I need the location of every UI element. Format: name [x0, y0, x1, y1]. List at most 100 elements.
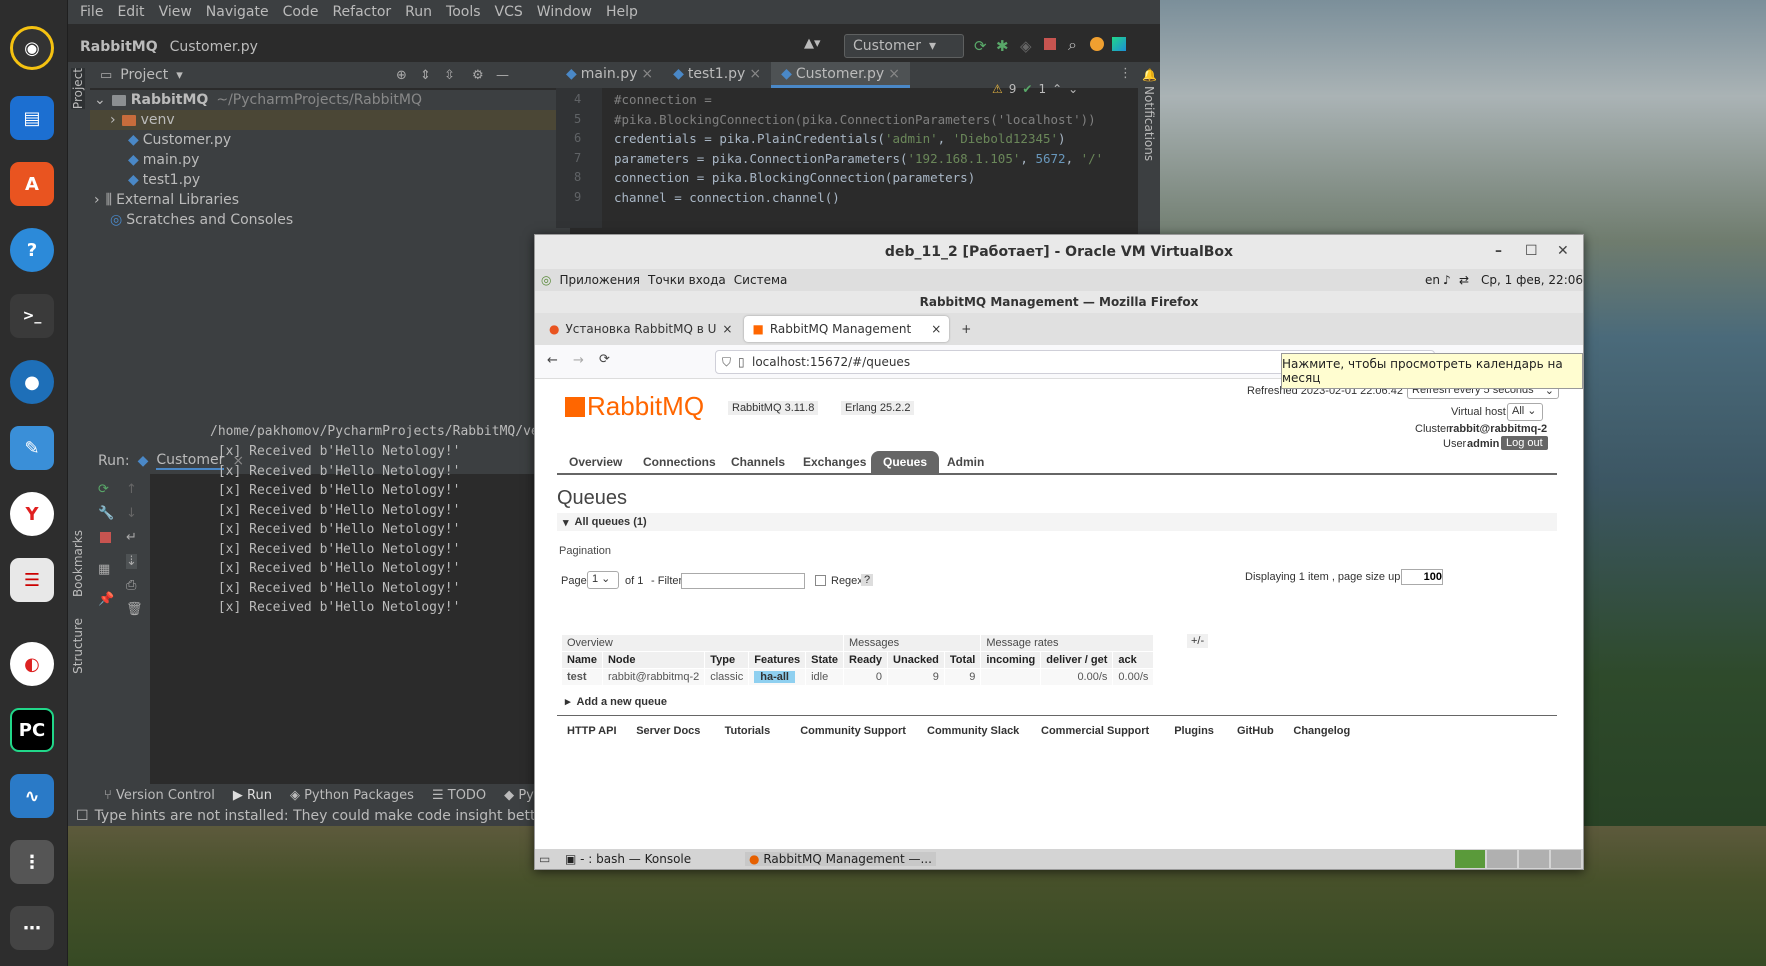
tree-file[interactable]: ◆ test1.py: [128, 170, 200, 190]
regex-help-button[interactable]: ?: [861, 574, 874, 586]
tab-rabbitmq-management[interactable]: ■ RabbitMQ Management ×: [744, 316, 950, 342]
print-icon[interactable]: ⎙: [126, 578, 136, 593]
page-info-icon[interactable]: ▯: [738, 355, 745, 369]
columns-toggle-button[interactable]: +/-: [1187, 634, 1209, 648]
soft-wrap-icon[interactable]: ↵: [126, 530, 137, 545]
logout-button[interactable]: Log out: [1501, 436, 1548, 450]
workspace-4[interactable]: [1551, 850, 1581, 868]
column-header[interactable]: incoming: [980, 651, 1042, 669]
maximize-icon[interactable]: ☐: [1525, 243, 1538, 259]
pin-icon[interactable]: 📌: [98, 592, 114, 607]
column-header[interactable]: State: [805, 651, 845, 669]
footer-link[interactable]: Changelog: [1293, 725, 1350, 737]
run-config-select[interactable]: Customer ▾: [844, 34, 964, 58]
writer-icon[interactable]: ▤: [10, 96, 54, 140]
clock[interactable]: Ср, 1 фев, 22:06: [1481, 273, 1583, 287]
column-header[interactable]: deliver / get: [1040, 651, 1114, 669]
bookmarks-tool-tab[interactable]: Bookmarks: [71, 530, 85, 597]
rabbitmq-logo[interactable]: RabbitMQ: [565, 391, 704, 422]
konsole-task[interactable]: ▣ - : bash — Konsole: [565, 852, 691, 866]
reload-icon[interactable]: ⟳: [599, 352, 610, 367]
menu-refactor[interactable]: Refactor: [326, 4, 397, 20]
tab-install-rabbitmq[interactable]: ● Установка RabbitMQ в U ×: [541, 316, 740, 342]
nav-queues[interactable]: Queues: [871, 451, 940, 473]
anydesk-icon[interactable]: ◐: [10, 642, 54, 686]
server-icon[interactable]: ⋮: [10, 840, 54, 884]
system-monitor-icon[interactable]: ∿: [10, 774, 54, 818]
nav-exchanges[interactable]: Exchanges: [791, 451, 878, 473]
forward-icon[interactable]: →: [573, 353, 584, 368]
network-icon[interactable]: ⇄: [1459, 273, 1469, 287]
arrow-down-icon[interactable]: ↓: [126, 506, 137, 521]
project-tool-tab[interactable]: Project: [71, 68, 85, 110]
volume-icon[interactable]: ♪: [1443, 273, 1451, 287]
nav-channels[interactable]: Channels: [719, 451, 797, 473]
stop-icon[interactable]: [100, 532, 111, 543]
tab-todo[interactable]: ☰ TODO: [432, 788, 486, 803]
tree-file[interactable]: ◆ Customer.py: [128, 130, 231, 150]
footer-link[interactable]: Server Docs: [636, 725, 700, 737]
menu-file[interactable]: File: [74, 4, 109, 20]
column-header[interactable]: Name: [561, 651, 603, 669]
column-header[interactable]: Total: [943, 651, 982, 669]
show-apps-icon[interactable]: ⋯: [10, 906, 54, 950]
arrow-up-icon[interactable]: ↑: [126, 482, 137, 497]
minimize-icon[interactable]: –: [1495, 243, 1502, 259]
close-icon[interactable]: ×: [931, 322, 941, 336]
page-select[interactable]: 1 ⌄: [587, 571, 619, 589]
page-size-input[interactable]: [1401, 569, 1443, 585]
inspection-widget[interactable]: ⚠ 9 ✔ 1 ⌃ ⌄: [992, 82, 1078, 96]
column-header[interactable]: Features: [748, 651, 807, 669]
tree-external-libraries[interactable]: › ⫼ External Libraries: [94, 190, 239, 210]
collapse-all-icon[interactable]: ⇳: [444, 68, 455, 83]
footer-link[interactable]: Tutorials: [725, 725, 771, 737]
stop-icon[interactable]: [1044, 38, 1056, 50]
workspace-1[interactable]: [1455, 850, 1485, 868]
menu-system[interactable]: Система: [734, 273, 788, 287]
software-center-icon[interactable]: A: [10, 162, 54, 206]
nav-admin[interactable]: Admin: [935, 451, 996, 473]
add-queue-section[interactable]: ▸ Add a new queue: [565, 695, 667, 708]
rerun-icon[interactable]: ⟳: [98, 482, 109, 497]
document-viewer-icon[interactable]: ☰: [10, 558, 54, 602]
table-row[interactable]: test rabbit@rabbitmq-2 classic ha-all idle 0 9…: [561, 668, 1155, 686]
notifications-tool-tab[interactable]: Notifications: [1142, 86, 1156, 161]
vhost-select[interactable]: All ⌄: [1507, 403, 1543, 421]
tree-file[interactable]: ◆ main.py: [128, 150, 199, 170]
bell-icon[interactable]: 🔔: [1142, 68, 1157, 82]
menu-applications[interactable]: Приложения: [559, 273, 640, 287]
trash-icon[interactable]: 🗑: [126, 602, 143, 617]
column-header[interactable]: Unacked: [887, 651, 945, 669]
breadcrumb-project[interactable]: RabbitMQ: [68, 39, 158, 55]
expand-all-icon[interactable]: ⇕: [420, 68, 431, 83]
tab-customer[interactable]: ◆ Customer.py ×: [771, 62, 910, 88]
debug-icon[interactable]: ✱: [996, 37, 1009, 55]
tab-main[interactable]: ◆ main.py ×: [556, 62, 663, 88]
nav-connections[interactable]: Connections: [631, 451, 728, 473]
update-icon[interactable]: [1090, 37, 1104, 51]
tree-venv[interactable]: › venv: [90, 110, 570, 130]
menu-vcs[interactable]: VCS: [489, 4, 529, 20]
tab-run[interactable]: ▶ Run: [233, 788, 272, 803]
wrench-icon[interactable]: 🔧: [98, 506, 114, 521]
table-cell[interactable]: test: [561, 668, 603, 686]
code-line[interactable]: credentials = pika.PlainCredentials('adm…: [614, 131, 1066, 146]
footer-link[interactable]: Community Slack: [927, 725, 1019, 737]
chevron-down-icon[interactable]: ▾: [176, 68, 183, 83]
menu-navigate[interactable]: Navigate: [200, 4, 275, 20]
close-icon[interactable]: ×: [641, 66, 653, 82]
tree-scratches[interactable]: ◎ Scratches and Consoles: [110, 210, 293, 230]
footer-link[interactable]: Plugins: [1174, 725, 1214, 737]
tab-python-packages[interactable]: ◈ Python Packages: [290, 788, 414, 803]
close-icon[interactable]: ×: [888, 66, 900, 82]
coverage-icon[interactable]: ◈: [1020, 37, 1032, 55]
menu-run[interactable]: Run: [399, 4, 438, 20]
all-queues-section[interactable]: ▾ All queues (1): [557, 513, 1557, 531]
menu-places[interactable]: Точки входа: [648, 273, 726, 287]
pycharm-icon[interactable]: PC: [10, 708, 54, 752]
menu-view[interactable]: View: [153, 4, 198, 20]
code-line[interactable]: #pika.BlockingConnection(pika.Connection…: [614, 112, 1096, 127]
chevron-up-icon[interactable]: ⌃: [1052, 82, 1062, 96]
footer-link[interactable]: HTTP API: [567, 725, 617, 737]
nav-overview[interactable]: Overview: [557, 451, 634, 473]
